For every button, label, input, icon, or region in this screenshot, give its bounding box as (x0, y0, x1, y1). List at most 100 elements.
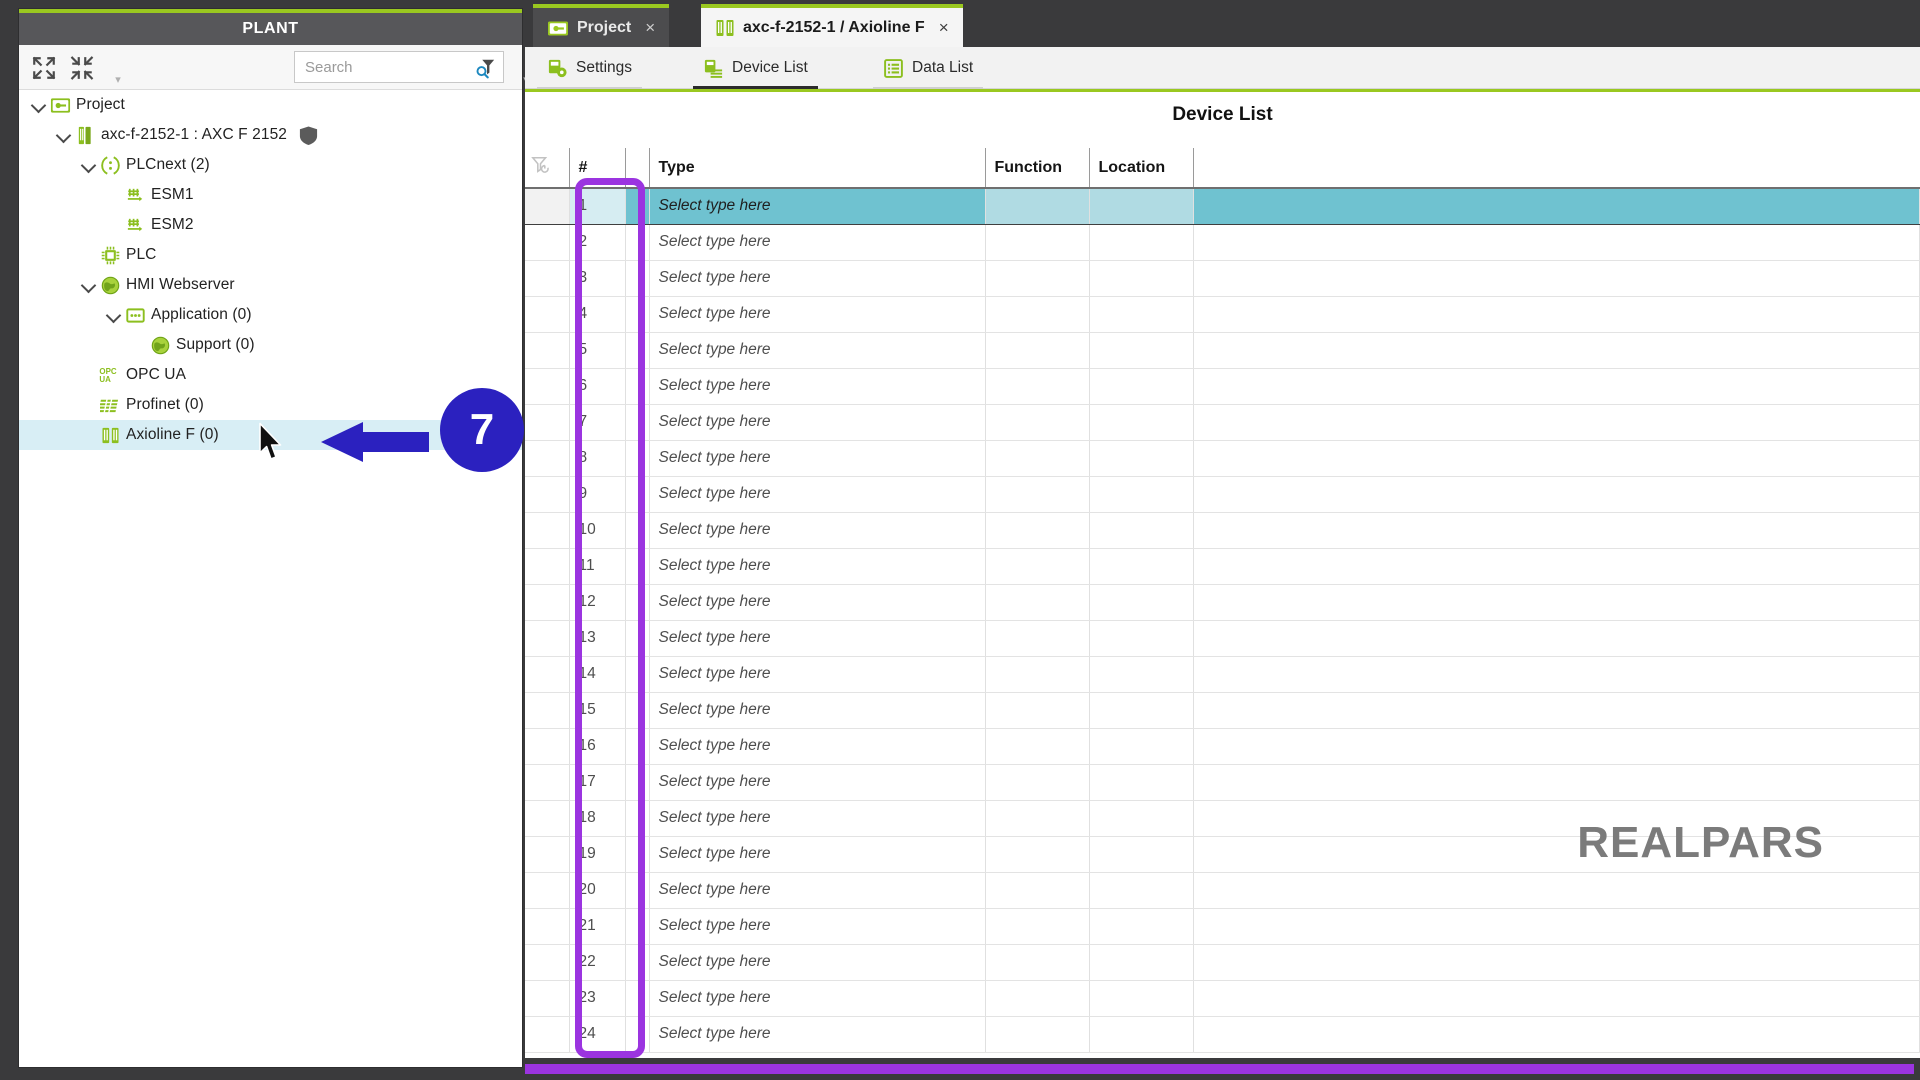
row-location-cell[interactable] (1089, 872, 1194, 909)
row-selector-cell[interactable] (525, 728, 570, 765)
tree-item-axioline-f-0[interactable]: Axioline F (0) (19, 420, 522, 450)
row-function-cell[interactable] (985, 764, 1090, 801)
row-rest-cell[interactable] (1193, 872, 1920, 909)
row-rest-cell[interactable] (1193, 800, 1920, 837)
row-function-cell[interactable] (985, 296, 1090, 333)
row-type-cell[interactable]: Select type here (649, 332, 986, 369)
row-rest-cell[interactable] (1193, 440, 1920, 477)
row-location-cell[interactable] (1089, 908, 1194, 945)
row-rest-cell[interactable] (1193, 980, 1920, 1017)
row-spacer-cell[interactable] (625, 1016, 650, 1053)
row-rest-cell[interactable] (1193, 944, 1920, 981)
row-number-cell[interactable]: 21 (569, 908, 626, 945)
row-function-cell[interactable] (985, 584, 1090, 621)
row-spacer-cell[interactable] (625, 404, 650, 441)
row-location-cell[interactable] (1089, 260, 1194, 297)
tab-axioline-f[interactable]: axc-f-2152-1 / Axioline F × (701, 4, 963, 47)
row-spacer-cell[interactable] (625, 944, 650, 981)
chevron-down-icon[interactable] (29, 95, 49, 115)
row-number-cell[interactable]: 4 (569, 296, 626, 333)
row-selector-cell[interactable] (525, 1016, 570, 1053)
row-spacer-cell[interactable] (625, 584, 650, 621)
row-function-cell[interactable] (985, 224, 1090, 261)
row-selector-cell[interactable] (525, 908, 570, 945)
table-row[interactable]: 11 Select type here (525, 548, 1920, 585)
row-number-cell[interactable]: 14 (569, 656, 626, 693)
row-number-cell[interactable]: 3 (569, 260, 626, 297)
row-rest-cell[interactable] (1193, 656, 1920, 693)
row-type-cell[interactable]: Select type here (649, 224, 986, 261)
row-selector-cell[interactable] (525, 980, 570, 1017)
row-number-cell[interactable]: 2 (569, 224, 626, 261)
row-location-cell[interactable] (1089, 620, 1194, 657)
row-spacer-cell[interactable] (625, 296, 650, 333)
row-rest-cell[interactable] (1193, 692, 1920, 729)
tree-item-plc[interactable]: PLC (19, 240, 522, 270)
tree-item-esm1[interactable]: ESM1 (19, 180, 522, 210)
row-selector-cell[interactable] (525, 512, 570, 549)
table-row[interactable]: 23 Select type here (525, 980, 1920, 1017)
tab-device-list[interactable]: Device List (693, 51, 818, 89)
row-rest-cell[interactable] (1193, 764, 1920, 801)
row-selector-cell[interactable] (525, 548, 570, 585)
row-spacer-cell[interactable] (625, 980, 650, 1017)
row-spacer-cell[interactable] (625, 368, 650, 405)
device-list-grid-wrapper[interactable]: # Type Function Location 1 Select type he… (525, 148, 1920, 1058)
column-header-location[interactable]: Location (1089, 148, 1194, 189)
search-input[interactable] (305, 52, 460, 82)
chevron-down-icon[interactable] (104, 305, 124, 325)
table-row[interactable]: 9 Select type here (525, 476, 1920, 513)
row-spacer-cell[interactable] (625, 440, 650, 477)
row-selector-cell[interactable] (525, 404, 570, 441)
table-row[interactable]: 7 Select type here (525, 404, 1920, 441)
chevron-down-icon[interactable] (54, 125, 74, 145)
row-type-cell[interactable]: Select type here (649, 944, 986, 981)
tab-axioline-f-close-icon[interactable]: × (939, 18, 949, 38)
row-location-cell[interactable] (1089, 764, 1194, 801)
table-row[interactable]: 5 Select type here (525, 332, 1920, 369)
row-number-cell[interactable]: 11 (569, 548, 626, 585)
row-spacer-cell[interactable] (625, 512, 650, 549)
row-function-cell[interactable] (985, 980, 1090, 1017)
row-selector-cell[interactable] (525, 944, 570, 981)
row-type-cell[interactable]: Select type here (649, 368, 986, 405)
table-row[interactable]: 17 Select type here (525, 764, 1920, 801)
row-number-cell[interactable]: 6 (569, 368, 626, 405)
row-rest-cell[interactable] (1193, 332, 1920, 369)
row-number-cell[interactable]: 7 (569, 404, 626, 441)
row-number-cell[interactable]: 1 (569, 188, 626, 225)
row-selector-cell[interactable] (525, 224, 570, 261)
row-location-cell[interactable] (1089, 296, 1194, 333)
row-location-cell[interactable] (1089, 548, 1194, 585)
row-location-cell[interactable] (1089, 476, 1194, 513)
row-type-cell[interactable]: Select type here (649, 656, 986, 693)
tree-item-hmi-webserver[interactable]: HMI Webserver (19, 270, 522, 300)
row-location-cell[interactable] (1089, 728, 1194, 765)
row-number-cell[interactable]: 10 (569, 512, 626, 549)
row-number-cell[interactable]: 22 (569, 944, 626, 981)
tree-item-axc-f-2152-1-axc-f-2152[interactable]: axc-f-2152-1 : AXC F 2152 (19, 120, 522, 150)
search-filter-icon[interactable] (474, 57, 496, 79)
toolbar-overflow-left-icon[interactable]: ▾ (111, 73, 125, 87)
row-type-cell[interactable]: Select type here (649, 440, 986, 477)
row-function-cell[interactable] (985, 620, 1090, 657)
row-number-cell[interactable]: 8 (569, 440, 626, 477)
row-number-cell[interactable]: 19 (569, 836, 626, 873)
row-function-cell[interactable] (985, 944, 1090, 981)
tree-item-project[interactable]: Project (19, 90, 522, 120)
row-number-cell[interactable]: 20 (569, 872, 626, 909)
collapse-all-icon[interactable] (69, 55, 95, 81)
table-row[interactable]: 15 Select type here (525, 692, 1920, 729)
table-row[interactable]: 2 Select type here (525, 224, 1920, 261)
row-rest-cell[interactable] (1193, 1016, 1920, 1053)
row-spacer-cell[interactable] (625, 224, 650, 261)
row-rest-cell[interactable] (1193, 512, 1920, 549)
row-rest-cell[interactable] (1193, 584, 1920, 621)
row-selector-cell[interactable] (525, 764, 570, 801)
row-spacer-cell[interactable] (625, 620, 650, 657)
row-rest-cell[interactable] (1193, 836, 1920, 873)
table-row[interactable]: 18 Select type here (525, 800, 1920, 837)
row-rest-cell[interactable] (1193, 296, 1920, 333)
row-type-cell[interactable]: Select type here (649, 872, 986, 909)
row-spacer-cell[interactable] (625, 548, 650, 585)
